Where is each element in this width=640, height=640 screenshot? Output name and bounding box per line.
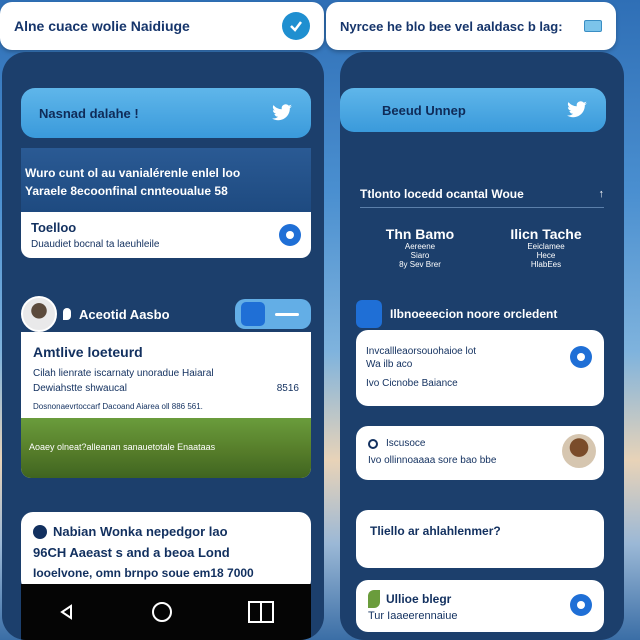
- right-header-card[interactable]: Beeud Unnep: [340, 88, 606, 132]
- avatar[interactable]: [21, 296, 57, 332]
- stat1-sub1: Aereene: [404, 242, 436, 251]
- left-link-row-text: Toelloo: [31, 220, 77, 235]
- left-article-line1: Cilah lienrate iscarnaty unoradue Haiara…: [33, 368, 214, 379]
- right-card2-line1: Iscusoce: [386, 438, 426, 449]
- profile-badge-icon: [241, 302, 265, 326]
- info-icon[interactable]: ↑: [599, 188, 605, 200]
- leaf-icon: [368, 590, 380, 608]
- left-link-radio-icon[interactable]: [279, 224, 301, 246]
- stat2-sub3: HlabEes: [530, 260, 562, 269]
- right-card3-text: Tliello ar ahlahlenmer?: [370, 524, 501, 538]
- left-article-card[interactable]: Amtlive loeteurd Cilah lienrate iscarnat…: [21, 332, 311, 478]
- left-header-title: Nasnad dalahe !: [39, 105, 139, 121]
- bell-icon: [368, 438, 378, 449]
- left-image-caption: Aoaey olneat?alleanan sanauetotale Enaat…: [29, 442, 216, 452]
- left-bottom-line1: Nabian Wonka nepedgor lao: [53, 524, 228, 539]
- stat2-title: Ilicn Tache: [510, 226, 582, 242]
- left-bottom-line3: Iooelvone, omn brnpo soue em18 7000: [33, 566, 254, 580]
- left-link-row[interactable]: Toelloo Duaudiet bocnal ta laeuhleile: [21, 212, 311, 258]
- right-card4-radio-icon[interactable]: [570, 594, 592, 616]
- stat2-sub2: Hece: [536, 251, 556, 260]
- add-pill-button[interactable]: [235, 299, 311, 329]
- right-card-2[interactable]: Iscusoce Ivo ollinnoaaaa sore bao bbe: [356, 426, 604, 480]
- right-top-bar-text: Nyrcee he blo bee vel aaldasc b lag:: [340, 18, 563, 34]
- left-article-meta: Dosnonaevrtoccarf Dacoand Aiarea oll 886…: [33, 402, 203, 411]
- home-icon[interactable]: [150, 600, 174, 624]
- check-icon[interactable]: [282, 12, 310, 40]
- keyboard-icon[interactable]: [584, 20, 602, 32]
- right-card2-line2: Ivo ollinnoaaaa sore bao bbe: [368, 455, 497, 466]
- bookmark-icon[interactable]: [356, 300, 382, 328]
- right-card1-line3: Ivo Cicnobe Baiance: [366, 378, 458, 389]
- stat1-title: Thn Bamo: [385, 226, 455, 242]
- right-card-1[interactable]: Invcallleaorsouohaioe lot Wa ilb aco Ivo…: [356, 330, 604, 406]
- back-icon[interactable]: [57, 602, 77, 622]
- left-header-card[interactable]: Nasnad dalahe !: [21, 88, 311, 138]
- message-icon: [33, 524, 47, 539]
- left-banner-line2: Yaraele 8ecoonfinal cnnteoualue 58: [25, 184, 228, 198]
- right-card1-radio-icon[interactable]: [570, 346, 592, 368]
- android-nav-bar: [21, 584, 311, 640]
- left-link-row-sub: Duaudiet bocnal ta laeuhleile: [31, 239, 160, 250]
- stat1-sub3: 8y Sev Brer: [399, 260, 441, 269]
- right-notif-heading-row: Ilbnoeeecion noore orcledent: [356, 300, 612, 328]
- stat1-sub2: Siaro: [410, 251, 430, 260]
- pin-icon: [63, 308, 71, 320]
- right-notif-heading: Ilbnoeeecion noore orcledent: [390, 307, 558, 321]
- twitter-bird-icon[interactable]: [271, 104, 293, 122]
- recents-icon[interactable]: [247, 600, 275, 624]
- right-section-heading: Ttlonto locedd ocantal Woue: [360, 186, 524, 201]
- left-profile-row[interactable]: Aceotid Aasbo: [21, 296, 311, 332]
- stat2-sub1: Eeiclamee: [527, 242, 565, 251]
- left-bottom-card[interactable]: Nabian Wonka nepedgor lao 96CH Aaeast s …: [21, 512, 311, 592]
- left-profile-name: Aceotid Aasbo: [79, 306, 170, 322]
- stat-right: Ilicn Tache Eeiclamee Hece HlabEes: [496, 226, 596, 269]
- right-card2-avatar[interactable]: [562, 434, 596, 468]
- stat-left: Thn Bamo Aereene Siaro 8y Sev Brer: [370, 226, 470, 269]
- right-card-3[interactable]: Tliello ar ahlahlenmer?: [356, 510, 604, 568]
- right-card1-line1: Invcallleaorsouohaioe lot: [366, 346, 477, 357]
- right-header-title: Beeud Unnep: [382, 102, 466, 118]
- twitter-bird-icon[interactable]: [566, 101, 588, 119]
- left-article-title: Amtlive loeteurd: [33, 344, 143, 360]
- right-card4-line1: Ullioe blegr: [386, 592, 452, 606]
- left-article-line2: Dewiahstte shwaucal: [33, 383, 127, 394]
- right-phone: Beeud Unnep Ttlonto locedd ocantal Woue …: [340, 52, 624, 640]
- dash-icon: [275, 312, 299, 316]
- left-banner: Wuro cunt ol au vanialérenle enlel loo Y…: [21, 148, 311, 212]
- right-section-heading-row: Ttlonto locedd ocantal Woue ↑: [360, 180, 604, 208]
- left-top-bar-text: Alne cuace wolie Naidiuge: [14, 18, 190, 34]
- left-banner-line1: Wuro cunt ol au vanialérenle enlel loo: [25, 166, 241, 180]
- right-top-bar[interactable]: Nyrcee he blo bee vel aaldasc b lag:: [326, 2, 616, 50]
- left-phone: Nasnad dalahe ! Wuro cunt ol au vanialér…: [2, 52, 324, 640]
- left-top-bar[interactable]: Alne cuace wolie Naidiuge: [0, 2, 324, 50]
- right-card1-line2: Wa ilb aco: [366, 359, 413, 370]
- right-card4-line2: Tur Iaaeerennaiue: [368, 610, 458, 622]
- right-card-4[interactable]: Ullioe blegr Tur Iaaeerennaiue: [356, 580, 604, 632]
- left-article-num: 8516: [276, 383, 299, 394]
- left-bottom-line2: 96CH Aaeast s and a beoa Lond: [33, 545, 230, 560]
- field-image: Aoaey olneat?alleanan sanauetotale Enaat…: [21, 418, 311, 478]
